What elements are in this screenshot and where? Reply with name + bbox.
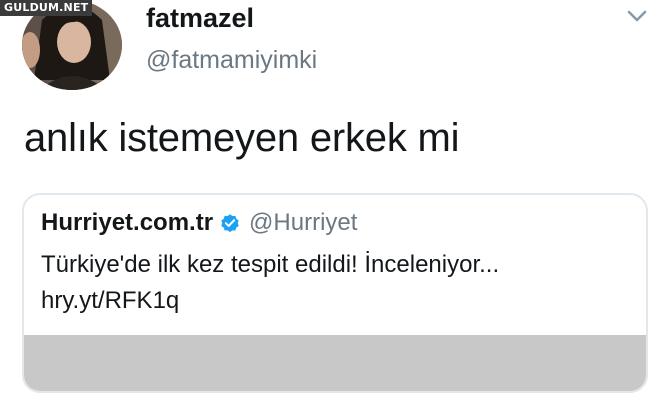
quoted-tweet-link[interactable]: hry.yt/RFK1q (41, 287, 179, 315)
tweet-text: anlık istemeyen erkek mi (24, 116, 460, 160)
quoted-tweet-display-name[interactable]: Hurriyet.com.tr (41, 209, 213, 237)
quoted-tweet-card[interactable]: Hurriyet.com.tr @Hurriyet Türkiye'de ilk… (22, 193, 648, 393)
quoted-tweet-handle[interactable]: @Hurriyet (249, 209, 357, 237)
quoted-tweet-text: Türkiye'de ilk kez tespit edildi! İncele… (41, 251, 500, 278)
verified-badge-icon (221, 214, 239, 233)
author-display-name[interactable]: fatmazel (146, 3, 254, 34)
quoted-tweet-media-preview[interactable] (24, 335, 646, 391)
watermark-label: GULDUM.NET (0, 0, 93, 16)
quoted-tweet-header: Hurriyet.com.tr @Hurriyet (41, 209, 357, 237)
author-handle[interactable]: @fatmamiyimki (146, 46, 317, 75)
chevron-down-icon[interactable] (626, 9, 648, 23)
